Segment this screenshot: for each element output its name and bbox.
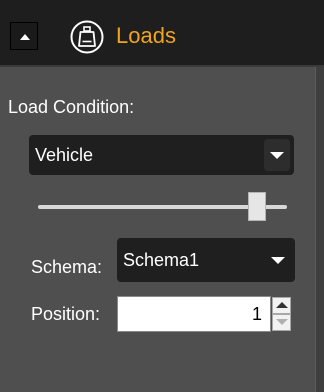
arrow-down-icon — [276, 319, 288, 325]
schema-value: Schema1 — [123, 250, 200, 270]
collapse-button[interactable] — [10, 22, 38, 50]
load-condition-dropdown[interactable]: Vehicle — [29, 135, 294, 175]
panel-title: Loads — [116, 23, 176, 48]
schema-dropdown-toggle[interactable] — [265, 244, 291, 276]
schema-label: Schema: — [31, 257, 103, 277]
load-slider-thumb[interactable] — [248, 192, 266, 221]
schema-dropdown[interactable]: Schema1 — [117, 238, 295, 282]
load-condition-value: Vehicle — [35, 145, 94, 165]
chevron-down-icon — [271, 257, 285, 264]
position-stepper-input[interactable]: 1 — [117, 296, 271, 332]
arrow-up-icon — [276, 302, 288, 308]
loads-panel: Loads Load Condition: Vehicle Schema: Sc… — [0, 0, 324, 392]
scrollbar-strip — [316, 67, 324, 392]
position-decrement-button[interactable] — [272, 314, 291, 331]
load-condition-dropdown-toggle[interactable] — [264, 139, 290, 171]
position-label: Position: — [31, 304, 101, 324]
load-condition-label: Load Condition: — [8, 97, 135, 117]
position-increment-button[interactable] — [272, 297, 291, 314]
chevron-down-icon — [270, 152, 284, 159]
panel-header: Loads — [0, 0, 324, 67]
load-weight-icon — [70, 20, 104, 54]
chevron-up-icon — [20, 34, 30, 40]
